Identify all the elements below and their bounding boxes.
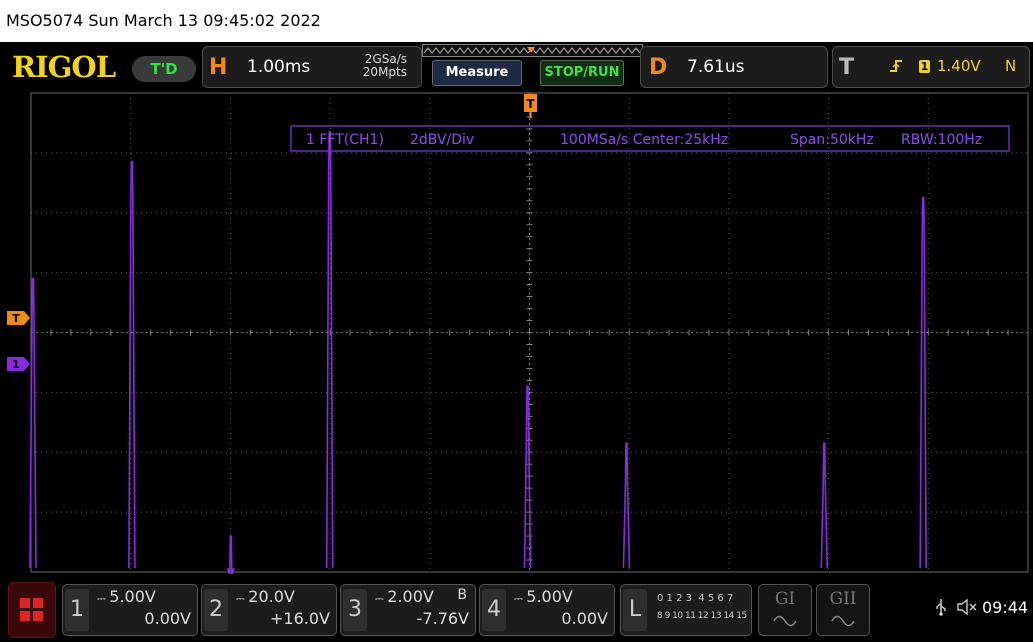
- logic-row-2: 8 9 10 11 12 13 14 15: [657, 611, 747, 621]
- trigger-level: 1.40V: [937, 57, 981, 75]
- waveform-position-strip: [422, 44, 643, 57]
- dc-coupling-icon: ⎓: [97, 592, 110, 605]
- rising-edge-icon: [890, 60, 902, 72]
- fft-peak: [820, 442, 829, 569]
- trigger-mode: N: [1005, 57, 1017, 75]
- fft-peak: [622, 442, 631, 569]
- channel-1-number: 1: [65, 589, 89, 631]
- sine-wave-icon: [773, 615, 797, 627]
- channel-3-number: 3: [343, 589, 367, 631]
- channel-1-offset: 0.00V: [144, 609, 191, 628]
- fft-label: 1 FFT(CH1): [306, 132, 384, 148]
- trigger-level-marker-label: T: [12, 312, 20, 325]
- channel-2-scale: ⎓ 20.0V: [236, 587, 295, 606]
- svg-text:T: T: [526, 97, 535, 111]
- sample-info: 2GSa/s 20Mpts: [363, 53, 407, 79]
- channel-3-bandwidth-badge: B: [457, 587, 467, 603]
- fft-trace: [29, 131, 927, 574]
- generator-2-label: GII: [829, 589, 857, 609]
- fft-peak: [919, 196, 927, 569]
- horizontal-panel[interactable]: H 1.00ms 2GSa/s 20Mpts: [202, 46, 422, 88]
- dc-coupling-icon: ⎓: [375, 592, 388, 605]
- delay-value: 7.61us: [687, 57, 745, 77]
- trigger-level-marker[interactable]: T: [7, 311, 30, 325]
- trigger-position-marker[interactable]: T: [524, 94, 537, 118]
- channel-4-number: 4: [482, 589, 506, 631]
- stop-run-button[interactable]: STOP/RUN: [540, 60, 624, 86]
- speaker-muted-icon[interactable]: [956, 598, 978, 616]
- channel-2-offset: +16.0V: [270, 609, 330, 628]
- sine-wave-icon: [831, 615, 855, 627]
- logic-panel[interactable]: L 0 1 2 3 4 5 6 7 8 9 10 11 12 13 14 15: [620, 584, 752, 636]
- channel-3-offset: -7.76V: [416, 609, 469, 628]
- horizontal-letter: H: [209, 55, 228, 80]
- fft-rate-center: 100MSa/s Center:25kHz: [560, 132, 728, 148]
- top-toolbar: RIGOL T'D H 1.00ms 2GSa/s 20Mpts Measure…: [0, 42, 1033, 90]
- generator-2-button[interactable]: GII: [816, 584, 870, 636]
- channel-4-scale: ⎓ 5.00V: [514, 587, 573, 606]
- generator-1-label: GI: [774, 589, 796, 609]
- trigger-panel[interactable]: T 1 1.40V N: [832, 46, 1030, 88]
- fft-rbw: RBW:100Hz: [901, 132, 982, 148]
- dc-coupling-icon: ⎓: [236, 592, 249, 605]
- measure-button[interactable]: Measure: [432, 60, 522, 86]
- timebase-value: 1.00ms: [247, 57, 311, 77]
- channel-1-panel[interactable]: 1 ⎓ 5.00V 0.00V: [62, 584, 198, 636]
- menu-button[interactable]: [8, 582, 56, 638]
- channel-4-panel[interactable]: 4 ⎓ 5.00V 0.00V: [479, 584, 615, 636]
- waveform-display[interactable]: 1 FFT(CH1) 2dBV/Div 100MSa/s Center:25kH…: [0, 90, 1033, 574]
- channel-3-scale: ⎓ 2.00V: [375, 587, 434, 606]
- fft-span: Span:50kHz: [790, 132, 874, 148]
- grid-menu-icon: [20, 598, 43, 621]
- ch1-offset-marker[interactable]: 1: [7, 357, 30, 371]
- trigger-letter: T: [839, 55, 855, 80]
- bottom-bar: 1 ⎓ 5.00V 0.00V 2 ⎓ 20.0V +16.0V 3 ⎓ 2.0…: [0, 574, 1033, 642]
- rigol-logo: RIGOL: [12, 50, 116, 84]
- ch1-offset-marker-label: 1: [12, 358, 20, 371]
- title-bar: MSO5074 Sun March 13 09:45:02 2022: [0, 0, 1033, 42]
- memory-depth: 20Mpts: [362, 65, 407, 79]
- channel-1-scale: ⎓ 5.00V: [97, 587, 156, 606]
- fft-scale: 2dBV/Div: [410, 132, 474, 148]
- trigger-source-badge: 1: [919, 60, 930, 73]
- channel-2-number: 2: [204, 589, 228, 631]
- clock-time: 09:44: [982, 598, 1029, 617]
- title-text: MSO5074 Sun March 13 09:45:02 2022: [6, 11, 321, 30]
- channel-3-panel[interactable]: 3 ⎓ 2.00V B -7.76V: [340, 584, 476, 636]
- logic-row-1: 0 1 2 3 4 5 6 7: [657, 593, 734, 604]
- trigger-status-badge[interactable]: T'D: [132, 56, 196, 82]
- dc-coupling-icon: ⎓: [514, 592, 527, 605]
- delay-letter: D: [649, 55, 668, 80]
- channel-2-panel[interactable]: 2 ⎓ 20.0V +16.0V: [201, 584, 337, 636]
- generator-1-button[interactable]: GI: [758, 584, 812, 636]
- channel-4-offset: 0.00V: [561, 609, 608, 628]
- logic-letter: L: [623, 589, 647, 631]
- fft-peak: [325, 131, 334, 569]
- delay-panel[interactable]: D 7.61us: [640, 46, 828, 88]
- fft-peak: [128, 161, 136, 569]
- usb-icon: [936, 599, 946, 616]
